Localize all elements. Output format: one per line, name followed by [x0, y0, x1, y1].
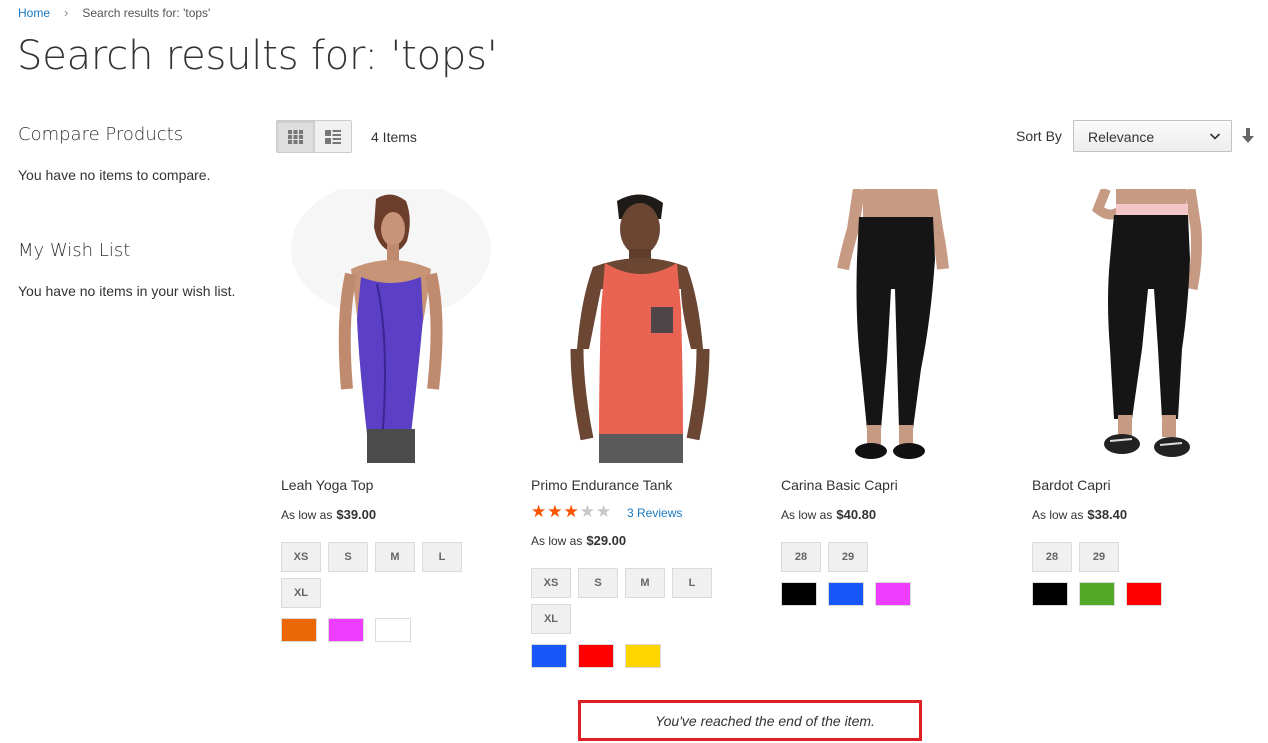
color-swatches	[1032, 582, 1257, 606]
grid-icon	[288, 129, 303, 144]
reviews-link[interactable]: 3 Reviews	[627, 506, 682, 520]
grid-view-button[interactable]	[277, 121, 314, 152]
product-item: Carina Basic Capri As low as $40.80 28 29	[781, 189, 1006, 606]
products-toolbar: 4 Items Sort By Relevance	[276, 120, 1262, 153]
star-icons-filled: ★★★★★	[531, 503, 578, 521]
sort-by-label: Sort By	[1016, 128, 1062, 144]
compare-empty-text: You have no items to compare.	[18, 167, 211, 183]
size-swatch-s[interactable]: S	[578, 568, 618, 598]
product-photo-purple-tank-top	[291, 189, 491, 463]
product-item: Bardot Capri As low as $38.40 28 29	[1032, 189, 1257, 606]
color-swatch[interactable]	[578, 644, 614, 668]
sort-direction-arrow-icon[interactable]	[1242, 128, 1254, 143]
toolbar-amount: 4 Items	[371, 129, 417, 145]
product-price: As low as $38.40	[1032, 507, 1257, 523]
chevron-right-icon: ›	[64, 5, 69, 20]
color-swatches	[281, 618, 506, 642]
color-swatch[interactable]	[875, 582, 911, 606]
color-swatch[interactable]	[1126, 582, 1162, 606]
product-image[interactable]	[531, 189, 751, 463]
view-mode-switcher	[276, 120, 352, 153]
size-swatch-xs[interactable]: XS	[281, 542, 321, 572]
sort-by-select[interactable]: Relevance	[1073, 120, 1232, 152]
size-swatch-xl[interactable]: XL	[531, 604, 571, 634]
price-value: $29.00	[586, 533, 627, 548]
product-image[interactable]	[1032, 189, 1252, 463]
wishlist-empty-text: You have no items in your wish list.	[18, 283, 236, 299]
price-prefix: As low as	[1032, 508, 1084, 522]
list-icon	[325, 129, 341, 144]
sort-by-value: Relevance	[1088, 129, 1155, 145]
price-prefix: As low as	[281, 508, 333, 522]
product-item: Primo Endurance Tank ★★★★★ ★★★★★ 3 Revie…	[531, 189, 756, 668]
size-swatch-l[interactable]: L	[672, 568, 712, 598]
breadcrumb: Home › Search results for: 'tops'	[18, 5, 210, 20]
size-swatch-29[interactable]: 29	[1079, 542, 1119, 572]
compare-products-block: Compare Products You have no items to co…	[18, 124, 258, 183]
compare-products-title: Compare Products	[18, 124, 184, 145]
size-swatches: XS S M L XL	[531, 568, 731, 634]
color-swatch[interactable]	[281, 618, 317, 642]
product-image[interactable]	[281, 189, 501, 463]
price-prefix: As low as	[781, 508, 833, 522]
color-swatch[interactable]	[1032, 582, 1068, 606]
size-swatch-29[interactable]: 29	[828, 542, 868, 572]
product-name-link[interactable]: Carina Basic Capri	[781, 477, 1006, 495]
size-swatch-m[interactable]: M	[375, 542, 415, 572]
product-photo-red-tank	[570, 194, 710, 463]
size-swatch-s[interactable]: S	[328, 542, 368, 572]
size-swatch-28[interactable]: 28	[781, 542, 821, 572]
product-photo-black-capri	[837, 189, 949, 459]
product-price: As low as $40.80	[781, 507, 1006, 523]
color-swatch[interactable]	[375, 618, 411, 642]
product-rating: ★★★★★ ★★★★★ 3 Reviews	[531, 503, 756, 521]
rating-stars: ★★★★★ ★★★★★	[531, 503, 619, 521]
product-name-link[interactable]: Bardot Capri	[1032, 477, 1257, 495]
size-swatch-l[interactable]: L	[422, 542, 462, 572]
page-title: Search results for: 'tops'	[17, 33, 498, 79]
price-value: $38.40	[1087, 507, 1128, 522]
size-swatches: 28 29	[781, 542, 981, 572]
color-swatch[interactable]	[625, 644, 661, 668]
color-swatch[interactable]	[828, 582, 864, 606]
list-view-button[interactable]	[314, 121, 351, 152]
price-value: $40.80	[836, 507, 877, 522]
product-price: As low as $39.00	[281, 507, 506, 523]
end-of-list-message: You've reached the end of the item.	[578, 700, 922, 741]
color-swatches	[781, 582, 1006, 606]
size-swatch-28[interactable]: 28	[1032, 542, 1072, 572]
product-item: Leah Yoga Top As low as $39.00 XS S M L X…	[281, 189, 506, 642]
color-swatch[interactable]	[531, 644, 567, 668]
wishlist-block: My Wish List You have no items in your w…	[18, 240, 235, 299]
size-swatches: 28 29	[1032, 542, 1232, 572]
chevron-down-icon	[1209, 133, 1221, 140]
product-name-link[interactable]: Leah Yoga Top	[281, 477, 506, 495]
size-swatch-m[interactable]: M	[625, 568, 665, 598]
color-swatch[interactable]	[1079, 582, 1115, 606]
sidebar: Compare Products You have no items to co…	[18, 124, 258, 299]
color-swatch[interactable]	[328, 618, 364, 642]
color-swatch[interactable]	[781, 582, 817, 606]
size-swatch-xs[interactable]: XS	[531, 568, 571, 598]
size-swatches: XS S M L XL	[281, 542, 481, 608]
product-photo-black-capri-pink-waistband	[1092, 189, 1202, 457]
breadcrumb-current: Search results for: 'tops'	[82, 5, 211, 20]
size-swatch-xl[interactable]: XL	[281, 578, 321, 608]
price-value: $39.00	[336, 507, 377, 522]
product-price: As low as $29.00	[531, 533, 756, 549]
breadcrumb-home-link[interactable]: Home	[18, 6, 50, 20]
product-image[interactable]	[781, 189, 1001, 463]
color-swatches	[531, 644, 756, 668]
product-name-link[interactable]: Primo Endurance Tank	[531, 477, 756, 495]
wishlist-title: My Wish List	[18, 240, 131, 261]
price-prefix: As low as	[531, 534, 583, 548]
